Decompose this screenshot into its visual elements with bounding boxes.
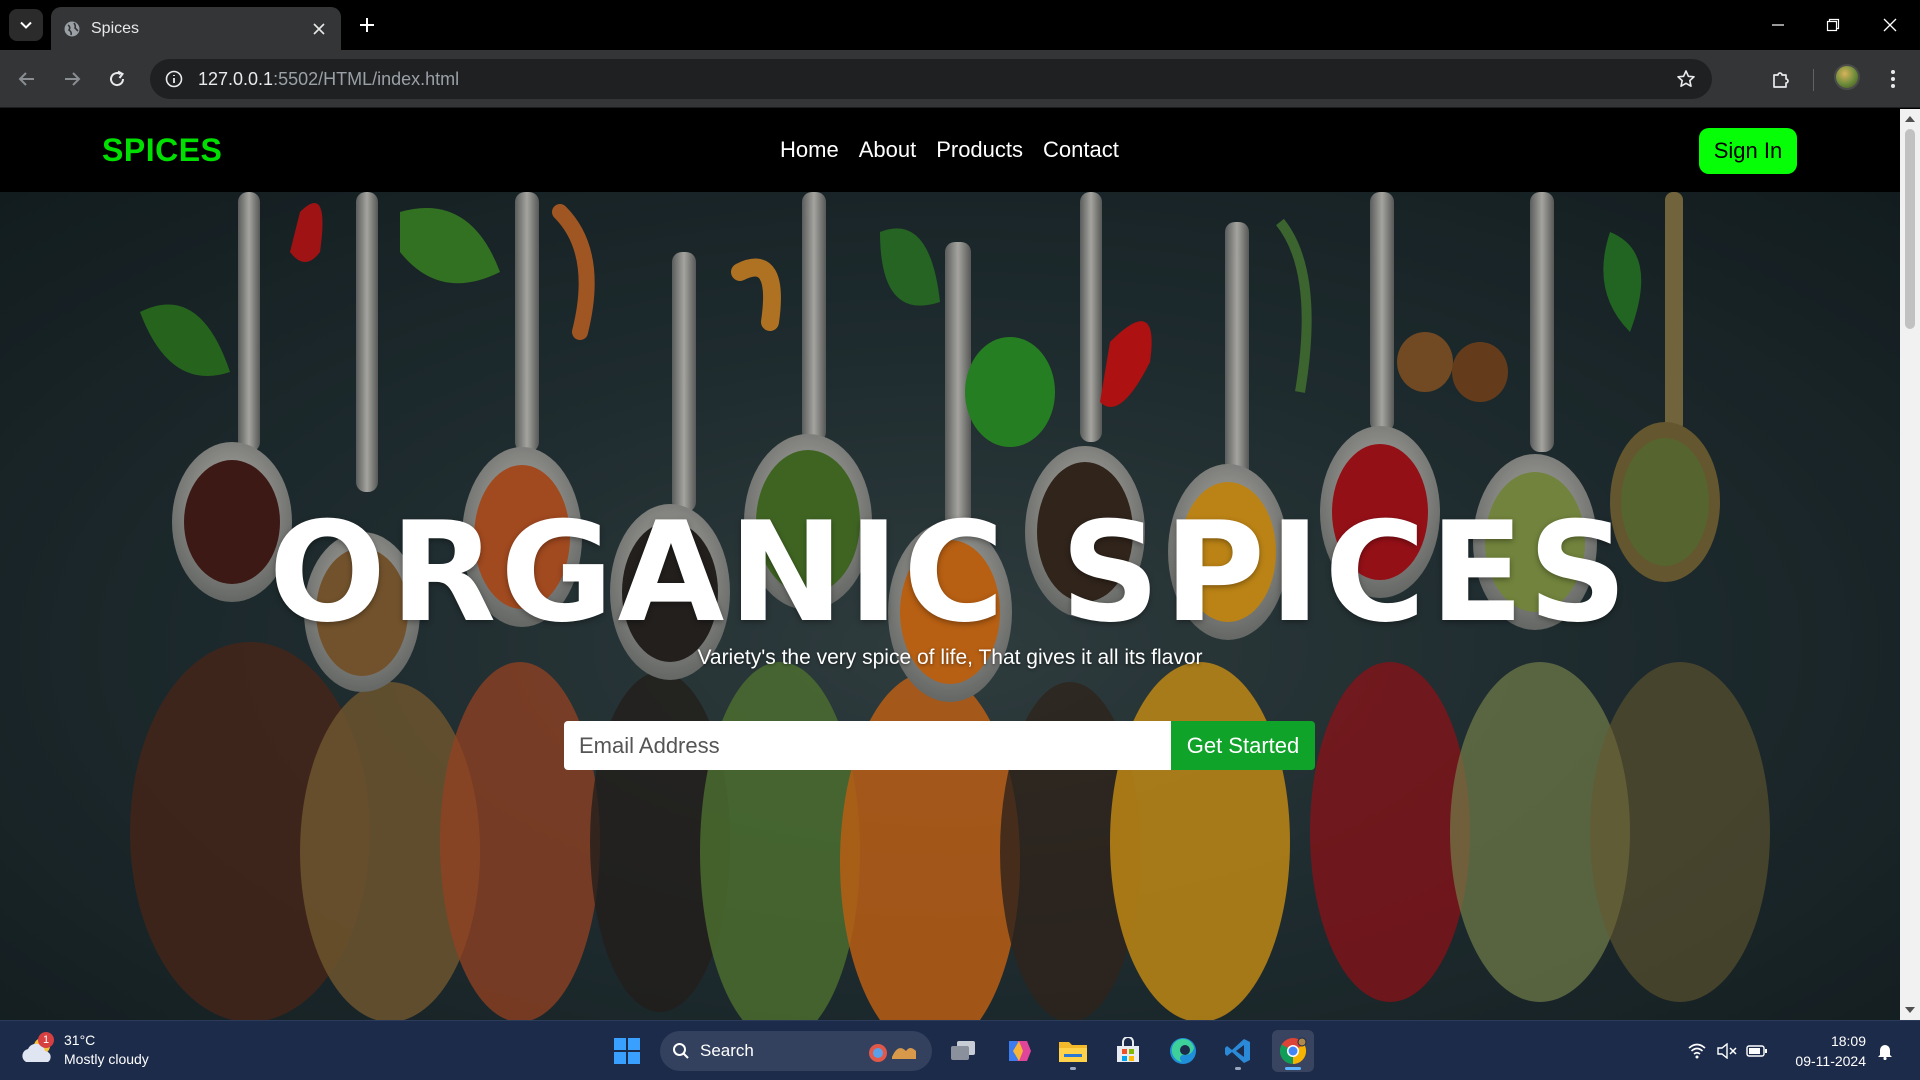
sign-in-button[interactable]: Sign In [1699, 128, 1797, 174]
chrome-menu-button[interactable] [1876, 62, 1910, 96]
url-text: 127.0.0.1:5502/HTML/index.html [198, 69, 459, 90]
reload-button[interactable] [100, 62, 134, 96]
tab-spices[interactable]: Spices [51, 7, 341, 50]
hero-section: ORGANIC SPICES Variety's the very spice … [0, 192, 1900, 1020]
weather-widget[interactable]: 1 31°C Mostly cloudy [20, 1031, 149, 1069]
nav-link-about[interactable]: About [859, 137, 917, 163]
plus-icon [360, 18, 374, 32]
vscode-icon [1225, 1039, 1250, 1063]
close-icon [313, 22, 325, 35]
system-clock[interactable]: 18:09 09-11-2024 [1786, 1031, 1866, 1071]
nav-link-products[interactable]: Products [936, 137, 1023, 163]
forward-button[interactable] [55, 62, 89, 96]
get-started-button[interactable]: Get Started [1171, 721, 1315, 770]
scroll-up-arrow[interactable] [1904, 113, 1916, 125]
clock-time: 18:09 [1830, 1033, 1866, 1049]
minimize-button[interactable] [1758, 8, 1798, 42]
close-window-button[interactable] [1870, 8, 1910, 42]
scrollbar-thumb[interactable] [1905, 129, 1915, 329]
page-viewport: SPICES Home About Products Contact Sign … [0, 109, 1900, 1020]
browser-toolbar: 127.0.0.1:5502/HTML/index.html [0, 50, 1920, 108]
hero-subtitle: Variety's the very spice of life, That g… [697, 646, 1203, 669]
tab-close-button[interactable] [305, 15, 333, 43]
close-icon [1883, 18, 1897, 32]
running-indicator [1070, 1067, 1076, 1070]
active-indicator [1285, 1067, 1301, 1070]
tab-title: Spices [91, 19, 140, 37]
store-icon [1117, 1037, 1139, 1062]
arrow-left-icon [18, 72, 34, 86]
chrome-icon [1279, 1037, 1307, 1065]
address-bar[interactable]: 127.0.0.1:5502/HTML/index.html [150, 59, 1712, 99]
nav-link-contact[interactable]: Contact [1043, 137, 1119, 163]
puzzle-icon [1773, 72, 1789, 88]
info-icon [165, 70, 183, 88]
star-icon [1677, 70, 1695, 87]
start-button[interactable] [606, 1030, 648, 1072]
wifi-icon[interactable] [1686, 1041, 1708, 1061]
email-signup-form: Get Started [564, 721, 1315, 770]
minimize-icon [1772, 24, 1784, 26]
browser-tab-strip: Spices [0, 0, 1920, 50]
clock-date: 09-11-2024 [1795, 1053, 1866, 1069]
vscode-button[interactable] [1217, 1030, 1259, 1072]
copilot-icon [1009, 1041, 1031, 1061]
arrow-right-icon [65, 72, 81, 86]
battery-icon[interactable] [1746, 1041, 1768, 1061]
reload-icon [110, 70, 125, 87]
windows-taskbar: 1 31°C Mostly cloudy Search 18:09 09-11-… [0, 1020, 1920, 1080]
search-highlight-icon [869, 1044, 916, 1062]
site-navbar: SPICES Home About Products Contact Sign … [0, 109, 1900, 192]
search-icon [673, 1043, 689, 1059]
copilot-button[interactable] [997, 1030, 1039, 1072]
restore-button[interactable] [1813, 8, 1853, 42]
triangle-down-icon [1905, 1007, 1915, 1013]
taskbar-search[interactable]: Search [660, 1031, 932, 1071]
weather-badge: 1 [38, 1032, 54, 1048]
weather-temperature: 31°C [64, 1032, 96, 1048]
site-info-button[interactable] [154, 59, 194, 99]
restore-icon [1826, 18, 1840, 32]
windows-start-icon [614, 1038, 640, 1064]
extensions-button[interactable] [1764, 62, 1798, 96]
notification-bell-icon[interactable] [1874, 1041, 1896, 1061]
running-indicator [1235, 1067, 1241, 1070]
task-view-icon [951, 1041, 975, 1060]
globe-icon [64, 21, 80, 36]
back-button[interactable] [10, 62, 44, 96]
chrome-button[interactable] [1272, 1030, 1314, 1072]
hero-title: ORGANIC SPICES [268, 492, 1632, 653]
email-input[interactable] [564, 721, 1171, 770]
triangle-up-icon [1905, 116, 1915, 122]
edge-button[interactable] [1162, 1030, 1204, 1072]
weather-condition: Mostly cloudy [64, 1051, 149, 1067]
url-path: :5502/HTML/index.html [273, 68, 460, 89]
site-logo[interactable]: SPICES [102, 132, 222, 169]
tab-search-button[interactable] [9, 9, 43, 41]
nav-links: Home About Products Contact [780, 137, 1119, 163]
microsoft-store-button[interactable] [1107, 1030, 1149, 1072]
bookmark-button[interactable] [1672, 65, 1700, 93]
edge-icon [1170, 1038, 1196, 1064]
chevron-down-icon [20, 21, 32, 29]
volume-muted-icon[interactable] [1716, 1041, 1738, 1061]
folder-icon [1059, 1042, 1087, 1062]
scroll-down-arrow[interactable] [1904, 1004, 1916, 1016]
toolbar-separator [1813, 69, 1814, 91]
search-label: Search [700, 1041, 754, 1060]
page-scrollbar[interactable] [1900, 109, 1920, 1020]
new-tab-button[interactable] [352, 10, 382, 40]
profile-avatar[interactable] [1834, 64, 1860, 90]
file-explorer-button[interactable] [1052, 1030, 1094, 1072]
task-view-button[interactable] [942, 1030, 984, 1072]
cloud-icon: 1 [20, 1032, 56, 1066]
url-host: 127.0.0.1 [198, 68, 274, 89]
nav-link-home[interactable]: Home [780, 137, 839, 163]
more-vert-icon [1891, 70, 1895, 88]
